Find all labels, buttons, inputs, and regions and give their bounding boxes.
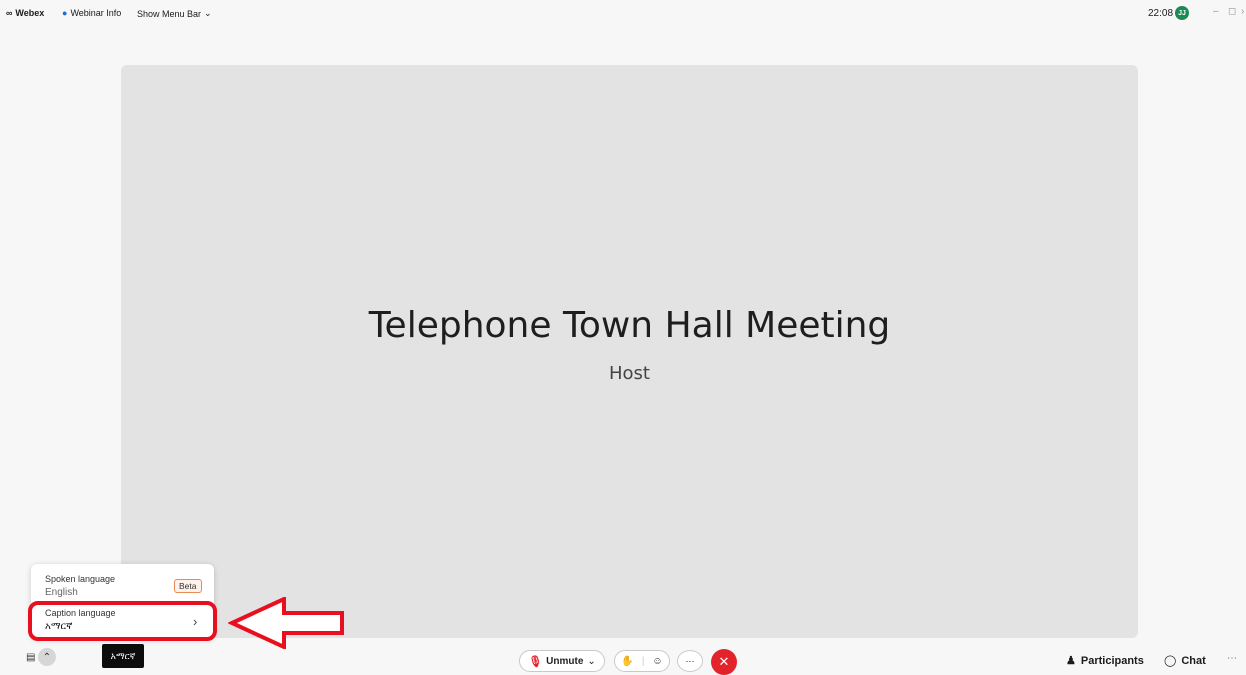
overflow-menu-icon[interactable]: ⋯: [1227, 653, 1237, 664]
show-menu-bar-label: Show Menu Bar: [137, 8, 202, 19]
more-options-button[interactable]: ⋯: [677, 650, 703, 672]
chat-label: Chat: [1181, 654, 1206, 667]
minimize-icon[interactable]: –: [1213, 6, 1219, 17]
webex-logo-icon: ∞: [6, 8, 13, 18]
participants-button[interactable]: ♟ Participants: [1066, 654, 1144, 668]
spoken-language-value: English: [45, 587, 78, 598]
show-menu-bar-button[interactable]: Show Menu Bar ⌄: [137, 8, 212, 19]
chevron-down-icon: ⌄: [204, 8, 212, 18]
top-bar: ∞ Webex ● Webinar Info Show Menu Bar ⌄ 2…: [0, 0, 1246, 30]
chevron-up-icon: ⌃: [42, 651, 52, 663]
close-icon: ✕: [718, 654, 730, 669]
divider: |: [641, 655, 645, 667]
bottom-toolbar: ▤ ⌃ አማርኛ 🎙 Unmute ⌄ ✋ | ☺ ⋯ ✕ ♟ Particip…: [0, 640, 1246, 675]
chevron-down-icon[interactable]: ⌄: [587, 656, 595, 667]
unmute-label: Unmute: [546, 655, 584, 667]
webinar-info-button[interactable]: ● Webinar Info: [62, 8, 121, 18]
mic-muted-icon: 🎙: [528, 655, 543, 668]
avatar[interactable]: JJ: [1175, 6, 1189, 20]
webinar-info-label: Webinar Info: [70, 8, 122, 18]
close-icon[interactable]: ›: [1241, 6, 1244, 17]
meeting-title: Telephone Town Hall Meeting: [368, 305, 891, 346]
webex-menu[interactable]: ∞ Webex: [6, 8, 44, 18]
host-label: Host: [609, 363, 650, 384]
clock: 22:08: [1148, 8, 1174, 19]
participants-label: Participants: [1080, 654, 1144, 667]
raise-hand-icon[interactable]: ✋: [621, 656, 633, 667]
highlight-box: [28, 601, 217, 641]
reactions-icon[interactable]: ☺: [652, 656, 662, 667]
participants-icon: ♟: [1066, 655, 1076, 667]
caption-language-chip: አማርኛ: [102, 644, 144, 668]
reactions-group: ✋ | ☺: [614, 650, 670, 672]
unmute-button[interactable]: 🎙 Unmute ⌄: [519, 650, 605, 672]
ellipsis-icon: ⋯: [685, 655, 695, 666]
shield-icon: ●: [62, 8, 68, 18]
closed-captions-icon[interactable]: ▤: [26, 652, 35, 663]
caption-options-button[interactable]: ⌃: [38, 648, 56, 666]
restore-icon[interactable]: ◻: [1228, 6, 1236, 17]
chat-button[interactable]: ◯ Chat: [1164, 654, 1206, 668]
leave-meeting-button[interactable]: ✕: [711, 649, 737, 675]
spoken-language-item[interactable]: Spoken language English Beta: [31, 570, 214, 602]
app-name: Webex: [15, 8, 45, 18]
beta-badge: Beta: [174, 579, 202, 593]
spoken-language-label: Spoken language: [45, 574, 116, 584]
chat-icon: ◯: [1164, 655, 1177, 667]
main-stage: Telephone Town Hall Meeting Host: [121, 65, 1138, 638]
